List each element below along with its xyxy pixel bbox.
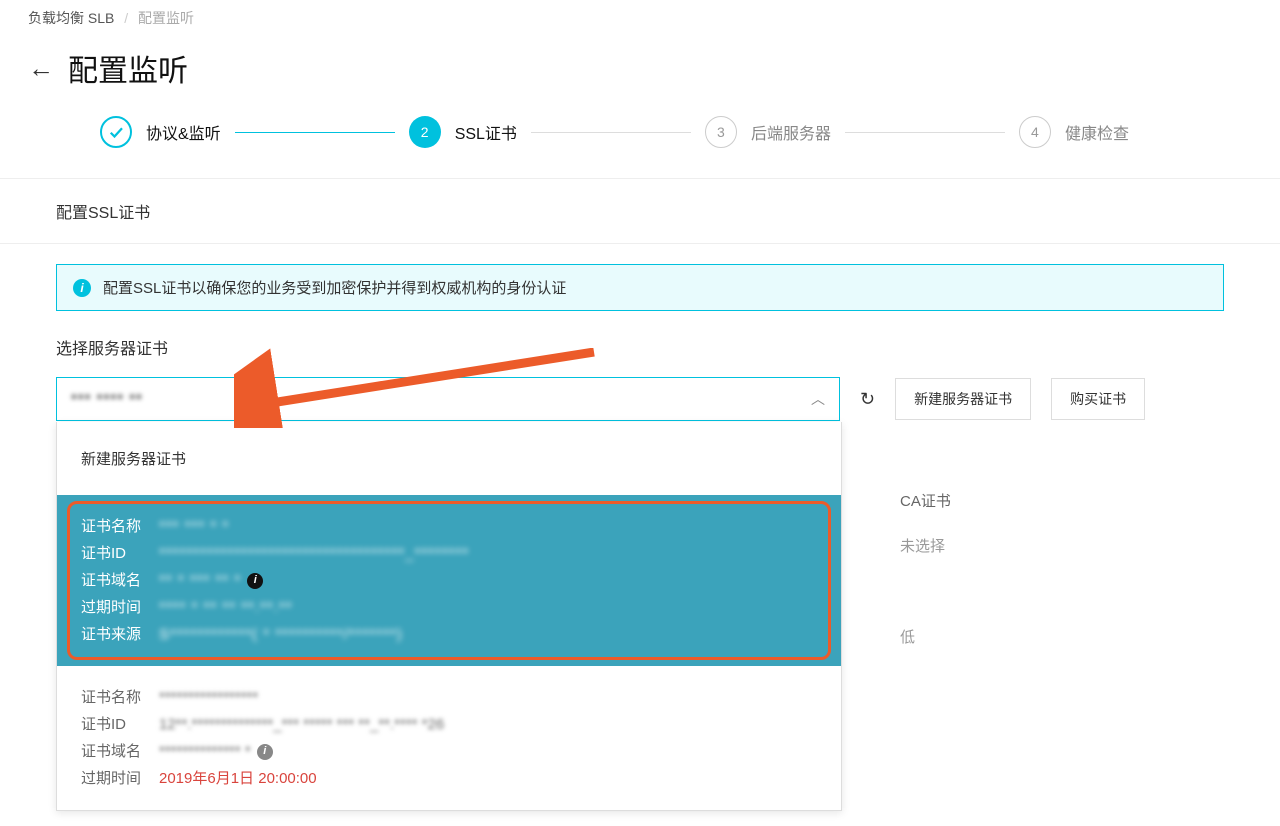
opt-label-id: 证书ID (81, 711, 159, 738)
breadcrumb: 负载均衡 SLB / 配置监听 (0, 0, 1280, 36)
cert-dropdown: 新建服务器证书 证书名称*** *** * * 证书ID************… (56, 422, 842, 811)
opt-domain: ** * *** ** * (159, 567, 241, 594)
step-label: SSL证书 (455, 120, 517, 144)
breadcrumb-separator: / (124, 10, 128, 26)
ca-cert-value: 未选择 (900, 535, 1280, 556)
step-ssl[interactable]: 2 SSL证书 (409, 116, 517, 148)
opt-label-domain: 证书域名 (81, 567, 159, 594)
page-title: 配置监听 (68, 46, 188, 90)
cert-select-value: *** **** ** (71, 391, 143, 408)
opt-name: ***************** (159, 684, 258, 711)
step-healthcheck[interactable]: 4 健康检查 (1019, 116, 1129, 148)
cert-option[interactable]: 证书名称***************** 证书ID12**.*********… (57, 666, 841, 810)
step-label: 后端服务器 (751, 120, 831, 144)
panel-body: i 配置SSL证书以确保您的业务受到加密保护并得到权威机构的身份认证 选择服务器… (0, 244, 1280, 421)
step-connector (531, 132, 691, 133)
opt-label-domain: 证书域名 (81, 738, 159, 765)
check-icon (100, 116, 132, 148)
step-number-icon: 3 (705, 116, 737, 148)
step-label: 健康检查 (1065, 120, 1129, 144)
info-alert: i 配置SSL证书以确保您的业务受到加密保护并得到权威机构的身份认证 (56, 264, 1224, 311)
refresh-icon[interactable]: ↻ (860, 389, 875, 410)
step-connector (845, 132, 1005, 133)
info-icon: i (257, 744, 273, 760)
alert-text: 配置SSL证书以确保您的业务受到加密保护并得到权威机构的身份认证 (103, 277, 566, 298)
breadcrumb-current: 配置监听 (138, 10, 194, 26)
step-connector (235, 132, 395, 133)
opt-id: 12**.**************_*** ***** *** **_**.… (159, 711, 444, 738)
opt-label-id: 证书ID (81, 540, 159, 567)
opt-name: *** *** * * (159, 513, 229, 540)
low-label: 低 (900, 626, 1280, 647)
cert-select[interactable]: *** **** ** ︿ 新建服务器证书 证书名称*** *** * * 证书… (56, 377, 840, 421)
step-label: 协议&监听 (146, 120, 221, 144)
ca-cert-label: CA证书 (900, 490, 1280, 511)
back-arrow-icon[interactable]: ← (28, 53, 54, 84)
opt-label-name: 证书名称 (81, 684, 159, 711)
ssl-config-panel: 配置SSL证书 i 配置SSL证书以确保您的业务受到加密保护并得到权威机构的身份… (0, 178, 1280, 421)
breadcrumb-root[interactable]: 负载均衡 SLB (28, 10, 114, 26)
opt-label-expire: 过期时间 (81, 594, 159, 621)
create-cert-button[interactable]: 新建服务器证书 (895, 378, 1031, 420)
opt-label-source: 证书来源 (81, 621, 159, 648)
opt-label-expire: 过期时间 (81, 765, 159, 792)
cert-select-row: *** **** ** ︿ 新建服务器证书 证书名称*** *** * * 证书… (56, 377, 1224, 421)
step-number-icon: 4 (1019, 116, 1051, 148)
opt-expire: **** * ** ** **.**.** (159, 594, 293, 621)
panel-header: 配置SSL证书 (0, 179, 1280, 244)
opt-label-name: 证书名称 (81, 513, 159, 540)
wizard-steps: 协议&监听 2 SSL证书 3 后端服务器 4 健康检查 (0, 110, 1280, 178)
opt-expire: 2019年6月1日 20:00:00 (159, 765, 317, 792)
buy-cert-button[interactable]: 购买证书 (1051, 378, 1145, 420)
dropdown-new-cert[interactable]: 新建服务器证书 (57, 422, 841, 495)
opt-source: S************( * **********/*******) (159, 621, 403, 648)
right-info-panel: CA证书 未选择 低 (860, 490, 1280, 647)
chevron-up-icon: ︿ (811, 389, 825, 409)
select-cert-label: 选择服务器证书 (56, 335, 1224, 359)
step-number-icon: 2 (409, 116, 441, 148)
step-backend[interactable]: 3 后端服务器 (705, 116, 831, 148)
opt-domain: ************** * (159, 738, 251, 765)
step-protocol[interactable]: 协议&监听 (100, 116, 221, 148)
cert-option-selected[interactable]: 证书名称*** *** * * 证书ID********************… (57, 495, 841, 666)
info-icon: i (247, 573, 263, 589)
page-title-row: ← 配置监听 (0, 36, 1280, 110)
info-icon: i (73, 279, 91, 297)
opt-id: ************************************_***… (159, 540, 469, 567)
